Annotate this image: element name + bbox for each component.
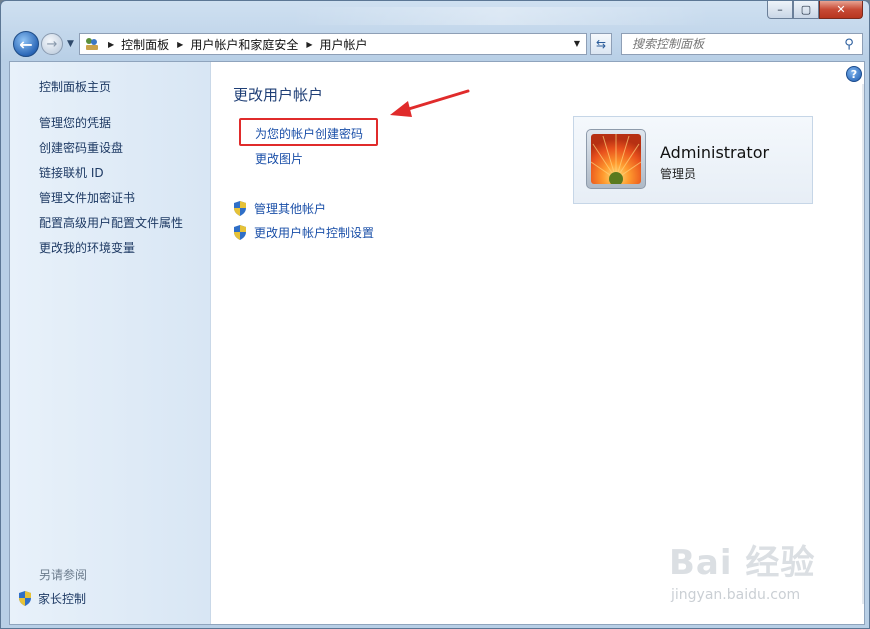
scrollbar[interactable] xyxy=(862,84,864,604)
user-account-tile: Administrator 管理员 xyxy=(573,116,813,204)
address-dropdown-icon[interactable]: ▼ xyxy=(574,39,580,48)
breadcrumb-user-accounts-family-safety[interactable]: 用户帐户和家庭安全 xyxy=(190,36,298,53)
sidebar-change-environment-variables[interactable]: 更改我的环境变量 xyxy=(39,239,135,256)
forward-button[interactable]: → xyxy=(41,33,63,55)
sidebar: 控制面板主页 管理您的凭据 创建密码重设盘 链接联机 ID 管理文件加密证书 配… xyxy=(10,62,211,624)
breadcrumb-control-panel[interactable]: 控制面板 xyxy=(121,36,169,53)
caption-buttons: – ▢ ✕ xyxy=(767,1,863,19)
sidebar-advanced-profile-properties[interactable]: 配置高级用户配置文件属性 xyxy=(39,214,183,231)
recent-pages-dropdown-icon[interactable]: ▼ xyxy=(67,39,74,49)
uac-shield-icon xyxy=(234,225,246,240)
create-password-link[interactable]: 为您的帐户创建密码 xyxy=(255,125,363,142)
see-also-heading: 另请参阅 xyxy=(39,568,88,582)
refresh-icon: ⇆ xyxy=(595,37,607,51)
close-button[interactable]: ✕ xyxy=(819,1,863,19)
sidebar-manage-credentials[interactable]: 管理您的凭据 xyxy=(39,114,111,131)
breadcrumb-separator-icon[interactable]: ▶ xyxy=(177,40,183,49)
annotation-arrow-icon xyxy=(390,89,470,117)
manage-other-accounts-link[interactable]: 管理其他帐户 xyxy=(233,200,326,217)
sidebar-parental-controls[interactable]: 家长控制 xyxy=(18,590,86,607)
sidebar-control-panel-home[interactable]: 控制面板主页 xyxy=(39,78,111,95)
baidu-jingyan-watermark: Bai 经验 jingyan.baidu.com xyxy=(669,535,839,615)
uac-shield-icon xyxy=(234,201,246,216)
minimize-button[interactable]: – xyxy=(767,1,793,19)
forward-arrow-icon: → xyxy=(46,36,58,52)
manage-other-accounts-label: 管理其他帐户 xyxy=(254,202,327,216)
change-uac-settings-label: 更改用户帐户控制设置 xyxy=(254,226,375,240)
breadcrumb-user-accounts[interactable]: 用户帐户 xyxy=(320,36,368,53)
parental-controls-label: 家长控制 xyxy=(38,592,87,606)
uac-shield-icon xyxy=(19,591,31,606)
maximize-button[interactable]: ▢ xyxy=(793,1,819,19)
user-role: 管理员 xyxy=(660,167,697,181)
search-icon[interactable]: ⚲ xyxy=(840,37,858,52)
control-panel-window: – ▢ ✕ ← → ▼ ▶ 控制面板 ▶ 用户帐户和家庭安全 ▶ 用户帐户 ▼ … xyxy=(0,0,870,629)
watermark-url: jingyan.baidu.com xyxy=(671,587,801,603)
address-bar[interactable]: ▶ 控制面板 ▶ 用户帐户和家庭安全 ▶ 用户帐户 ▼ xyxy=(79,33,587,55)
page-title: 更改用户帐户 xyxy=(233,86,324,104)
navigation-bar: ← → ▼ ▶ 控制面板 ▶ 用户帐户和家庭安全 ▶ 用户帐户 ▼ ⇆ ⚲ xyxy=(9,31,865,57)
title-bar xyxy=(291,7,711,25)
sidebar-link-online-id[interactable]: 链接联机 ID xyxy=(39,164,104,181)
help-icon: ? xyxy=(850,67,858,81)
back-arrow-icon: ← xyxy=(19,34,33,54)
refresh-button[interactable]: ⇆ xyxy=(590,33,612,55)
breadcrumb-separator-icon[interactable]: ▶ xyxy=(306,40,312,49)
help-button[interactable]: ? xyxy=(846,66,862,82)
flower-picture-icon xyxy=(591,134,641,184)
search-input[interactable] xyxy=(630,34,840,54)
watermark-logo: Bai 经验 xyxy=(669,543,816,583)
change-uac-settings-link[interactable]: 更改用户帐户控制设置 xyxy=(233,224,374,241)
user-name: Administrator xyxy=(660,143,770,162)
search-box: ⚲ xyxy=(621,33,863,55)
change-picture-link[interactable]: 更改图片 xyxy=(255,150,303,167)
sidebar-manage-encryption-certificates[interactable]: 管理文件加密证书 xyxy=(39,189,135,206)
breadcrumb-separator-icon[interactable]: ▶ xyxy=(108,40,114,49)
sidebar-create-password-reset-disk[interactable]: 创建密码重设盘 xyxy=(39,139,123,156)
back-button[interactable]: ← xyxy=(13,31,39,57)
avatar[interactable] xyxy=(586,129,646,189)
control-panel-icon xyxy=(84,36,100,52)
